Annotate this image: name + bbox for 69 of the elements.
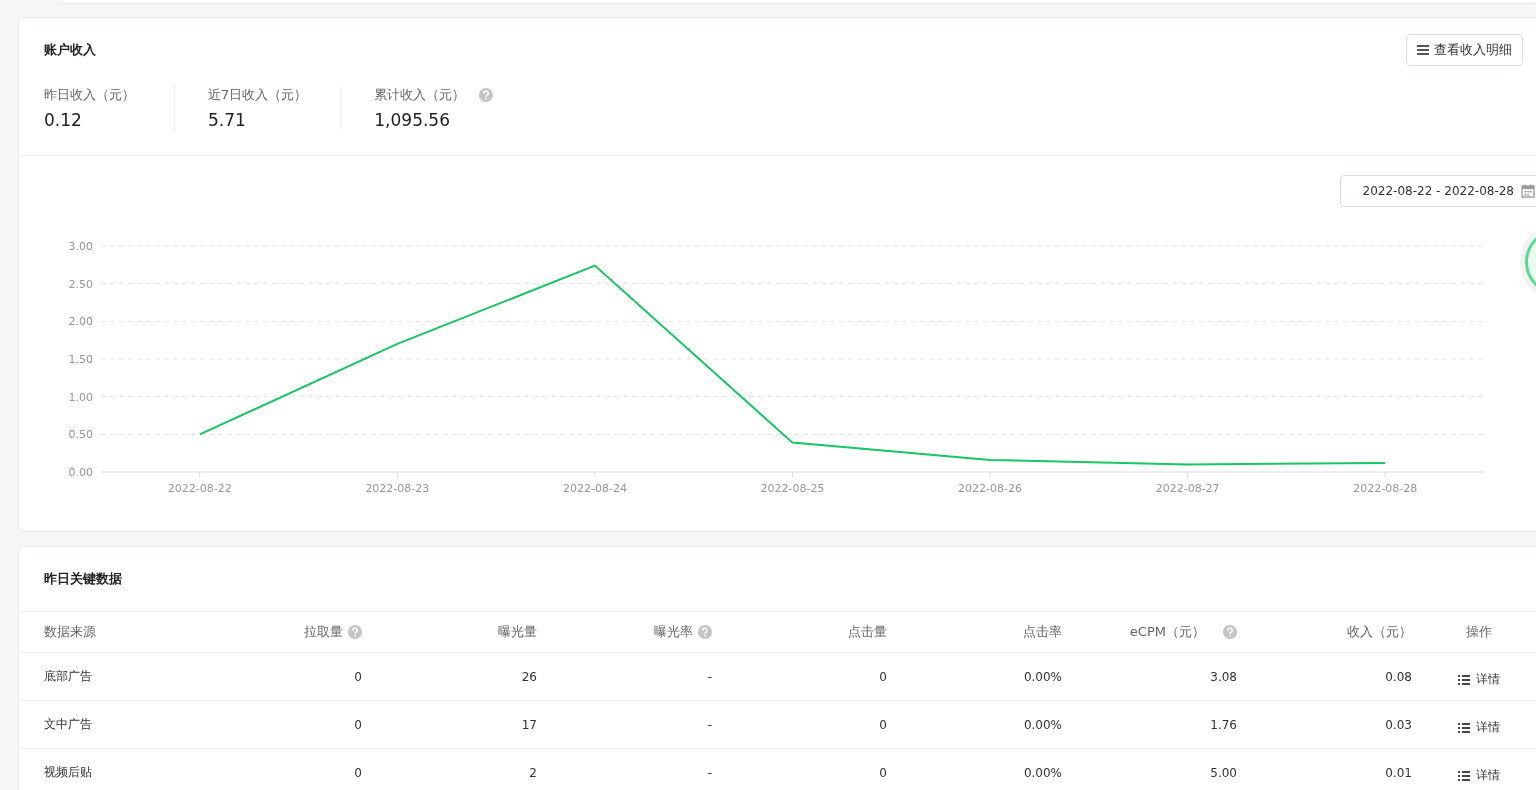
- table-cell-text: 0: [353, 765, 362, 780]
- detail-link[interactable]: 详情: [1458, 669, 1500, 690]
- table-cell-text: 0: [353, 717, 362, 732]
- table-cell-text: -: [706, 669, 712, 684]
- calendar-icon: [1521, 184, 1535, 198]
- column-header: 点击率: [1023, 623, 1062, 641]
- stat-label: 累计收入（元）: [374, 86, 466, 104]
- table-cell-text: 5.00: [1209, 765, 1237, 780]
- x-tick-label: 2022-08-23: [365, 482, 430, 495]
- stat-value: 5.71: [208, 110, 247, 130]
- detail-link[interactable]: 详情: [1458, 765, 1500, 786]
- stat-label: 近7日收入（元）: [208, 86, 308, 104]
- y-tick-label: 0.50: [68, 428, 93, 442]
- x-tick-label: 2022-08-24: [562, 482, 627, 495]
- column-header: eCPM（元）: [1129, 623, 1205, 641]
- x-tick-label: 2022-08-28: [1353, 482, 1418, 495]
- table-cell-text: 0.00%: [1022, 765, 1062, 780]
- income-detail-button[interactable]: 查看收入明细: [1406, 34, 1523, 66]
- table-cell-text: 17: [520, 717, 537, 732]
- stat-value: 0.12: [44, 110, 83, 130]
- list-icon: [1458, 770, 1470, 781]
- table-cell-text: 视频后贴: [44, 764, 93, 781]
- help-icon[interactable]: [348, 625, 362, 639]
- column-header: 收入（元）: [1347, 623, 1412, 641]
- y-tick-label: 1.50: [68, 353, 93, 366]
- table-cell-text: 文中广告: [44, 716, 93, 733]
- column-header: 曝光量: [498, 623, 537, 641]
- help-icon[interactable]: [1223, 625, 1237, 639]
- table-cell-text: 0.01: [1384, 765, 1412, 780]
- column-header: 曝光率: [654, 623, 693, 641]
- table-cell-text: -: [706, 765, 712, 780]
- table-cell-text: 3.08: [1209, 669, 1237, 684]
- card-title: 账户收入: [44, 41, 96, 59]
- column-header: 点击量: [848, 623, 887, 641]
- table-cell-text: 0.00%: [1022, 717, 1062, 732]
- x-tick-label: 2022-08-27: [1155, 482, 1220, 495]
- help-icon[interactable]: [698, 625, 712, 639]
- table-cell-text: 0: [878, 669, 887, 684]
- column-header: 拉取量: [304, 623, 343, 641]
- y-tick-label: 0.00: [68, 466, 93, 479]
- table-cell-text: 1.76: [1209, 717, 1237, 732]
- table-cell-text: 2: [528, 765, 537, 780]
- x-tick-label: 2022-08-25: [760, 482, 825, 495]
- menu-icon: [1417, 45, 1429, 55]
- column-header: 数据来源: [44, 623, 96, 641]
- table-cell-text: 0: [878, 765, 887, 780]
- stat-value: 1,095.56: [374, 110, 451, 130]
- table-cell-text: 26: [520, 669, 537, 684]
- table-cell-text: -: [706, 717, 712, 732]
- y-tick-label: 3.00: [68, 240, 93, 253]
- list-icon: [1458, 722, 1470, 733]
- table-cell-text: 0: [878, 717, 887, 732]
- table-cell-text: 0.08: [1384, 669, 1412, 684]
- detail-link[interactable]: 详情: [1458, 717, 1500, 738]
- y-tick-label: 2.50: [68, 277, 93, 291]
- date-range-picker[interactable]: 2022-08-22 - 2022-08-28: [1340, 175, 1536, 207]
- table-cell-text: 0.03: [1384, 717, 1412, 732]
- stat-label: 昨日收入（元）: [44, 86, 135, 104]
- column-header: 操作: [1466, 623, 1492, 641]
- help-icon[interactable]: [479, 88, 494, 102]
- card-title: 昨日关键数据: [44, 570, 122, 588]
- list-icon: [1458, 674, 1470, 685]
- x-tick-label: 2022-08-26: [958, 482, 1023, 495]
- y-tick-label: 1.00: [68, 390, 93, 404]
- x-tick-label: 2022-08-22: [167, 482, 232, 495]
- table-cell-text: 0.00%: [1022, 669, 1062, 684]
- table-cell-text: 底部广告: [44, 668, 93, 685]
- table-cell-text: 0: [353, 669, 362, 684]
- y-tick-label: 2.00: [68, 315, 93, 329]
